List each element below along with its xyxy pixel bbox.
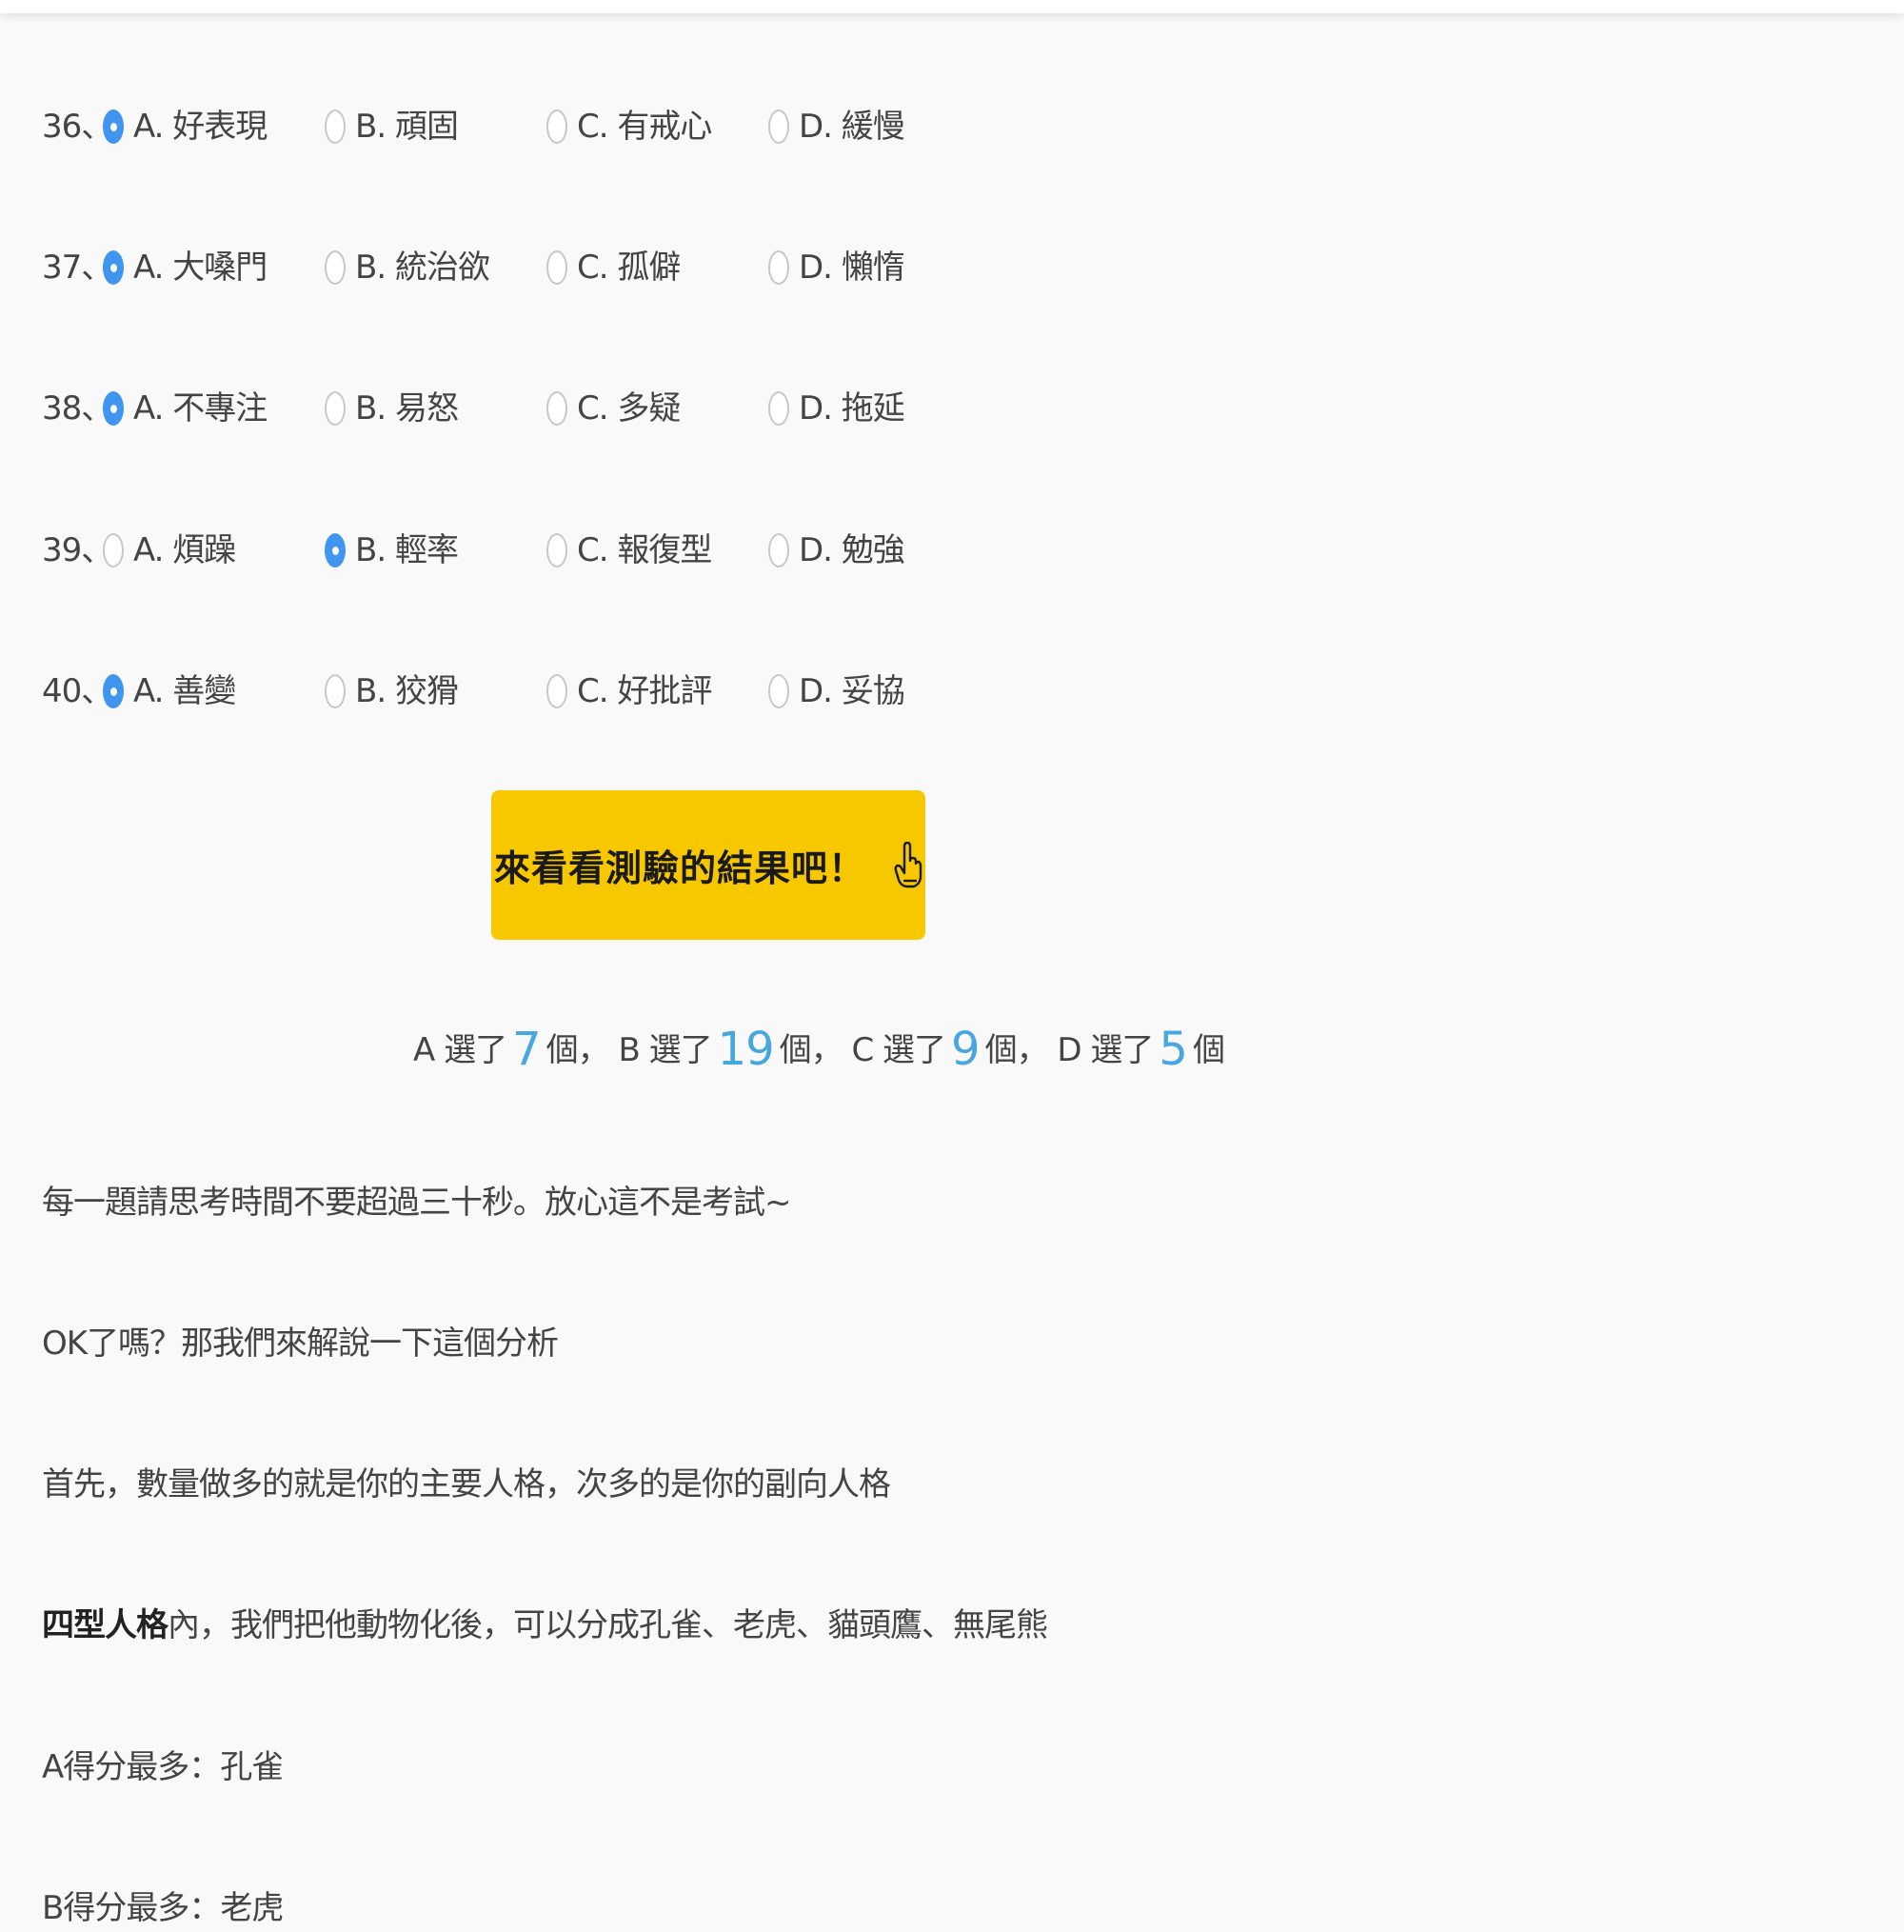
- tally-b-count: 19: [717, 1023, 775, 1076]
- question-row-38: 38、 A. 不專注 B. 易怒 C. 多疑 D. 拖延: [0, 377, 1047, 434]
- option-label: B. 易怒: [355, 389, 459, 428]
- question-row-37: 37、 A. 大嗓門 B. 統治欲 C. 孤僻 D. 懶惰: [0, 236, 1047, 293]
- tally-c-suffix: 個，: [984, 1031, 1049, 1069]
- option-label: C. 報復型: [577, 531, 712, 569]
- option-c[interactable]: C. 有戒心: [546, 103, 712, 150]
- option-d[interactable]: D. 妥協: [768, 667, 905, 715]
- article-paragraph-6: B得分最多：老虎: [42, 1889, 284, 1927]
- article-paragraph-2: OK了嗎？那我們來解說一下這個分析: [42, 1325, 559, 1363]
- option-label: A. 不專注: [133, 389, 268, 428]
- option-label: C. 有戒心: [577, 108, 712, 146]
- article-bold-term: 四型人格: [42, 1606, 169, 1644]
- tally-d-prefix: D 選了: [1057, 1031, 1154, 1069]
- tally-c-prefix: C 選了: [851, 1031, 946, 1069]
- option-label: B. 頑固: [355, 108, 459, 146]
- option-label: B. 統治欲: [355, 249, 490, 287]
- radio-button[interactable]: [325, 250, 346, 285]
- option-a[interactable]: A. 好表現: [103, 103, 268, 150]
- option-c[interactable]: C. 好批評: [546, 667, 712, 715]
- option-label: D. 勉強: [799, 531, 905, 569]
- option-label: A. 煩躁: [133, 531, 236, 569]
- radio-button[interactable]: [546, 391, 567, 426]
- radio-button[interactable]: [325, 674, 346, 708]
- radio-button[interactable]: [768, 674, 789, 708]
- radio-button-checked[interactable]: [103, 250, 124, 285]
- option-a[interactable]: A. 大嗓門: [103, 244, 268, 291]
- pointing-hand-icon: [894, 841, 922, 889]
- question-row-39: 39、 A. 煩躁 B. 輕率 C. 報復型 D. 勉強: [0, 519, 1047, 576]
- option-b[interactable]: B. 輕率: [325, 527, 459, 574]
- radio-button-checked[interactable]: [103, 391, 124, 426]
- article-paragraph-3: 首先，數量做多的就是你的主要人格，次多的是你的副向人格: [42, 1465, 891, 1504]
- radio-button[interactable]: [325, 391, 346, 426]
- tally-a-count: 7: [512, 1023, 542, 1076]
- tally-c-count: 9: [951, 1023, 981, 1076]
- tally-a-prefix: A 選了: [413, 1031, 507, 1069]
- option-label: B. 輕率: [355, 531, 459, 569]
- option-c[interactable]: C. 孤僻: [546, 244, 681, 291]
- option-c[interactable]: C. 多疑: [546, 385, 681, 432]
- radio-button[interactable]: [546, 250, 567, 285]
- option-a[interactable]: A. 不專注: [103, 385, 268, 432]
- option-d[interactable]: D. 勉強: [768, 527, 905, 574]
- radio-button[interactable]: [768, 391, 789, 426]
- option-label: D. 緩慢: [799, 108, 905, 146]
- option-label: C. 多疑: [577, 389, 681, 428]
- option-label: A. 大嗓門: [133, 249, 268, 287]
- see-result-button-label: 來看看測驗的結果吧！: [494, 849, 866, 889]
- radio-button[interactable]: [768, 250, 789, 285]
- question-row-40: 40、 A. 善變 B. 狡猾 C. 好批評 D. 妥協: [0, 660, 1047, 717]
- option-label: C. 好批評: [577, 672, 712, 710]
- tally-b-suffix: 個，: [779, 1031, 843, 1069]
- option-label: D. 拖延: [799, 389, 905, 428]
- radio-button[interactable]: [546, 674, 567, 708]
- radio-button[interactable]: [768, 110, 789, 144]
- option-b[interactable]: B. 狡猾: [325, 667, 459, 715]
- radio-button-checked[interactable]: [103, 674, 124, 708]
- radio-button-checked[interactable]: [325, 533, 346, 568]
- article-paragraph-4-text: 內，我們把他動物化後，可以分成孔雀、老虎、貓頭鷹、無尾熊: [168, 1606, 1048, 1644]
- tally-b-prefix: B 選了: [618, 1031, 712, 1069]
- option-b[interactable]: B. 統治欲: [325, 244, 490, 291]
- tally-a-suffix: 個，: [545, 1031, 610, 1069]
- question-row-36: 36、 A. 好表現 B. 頑固 C. 有戒心 D. 緩慢: [0, 95, 1047, 152]
- article-paragraph-5: A得分最多：孔雀: [42, 1748, 284, 1786]
- see-result-button[interactable]: 來看看測驗的結果吧！: [491, 790, 925, 940]
- radio-button[interactable]: [546, 533, 567, 568]
- radio-button-checked[interactable]: [103, 110, 124, 144]
- option-d[interactable]: D. 懶惰: [768, 244, 905, 291]
- radio-button[interactable]: [768, 533, 789, 568]
- option-c[interactable]: C. 報復型: [546, 527, 712, 574]
- option-label: A. 好表現: [133, 108, 268, 146]
- article-paragraph-1: 每一題請思考時間不要超過三十秒。放心這不是考試~: [42, 1184, 791, 1222]
- article-paragraph-4: 四型人格內，我們把他動物化後，可以分成孔雀、老虎、貓頭鷹、無尾熊: [42, 1602, 1048, 1649]
- option-label: D. 懶惰: [799, 249, 905, 287]
- option-a[interactable]: A. 善變: [103, 667, 236, 715]
- option-b[interactable]: B. 易怒: [325, 385, 459, 432]
- option-a[interactable]: A. 煩躁: [103, 527, 236, 574]
- option-b[interactable]: B. 頑固: [325, 103, 459, 150]
- option-label: C. 孤僻: [577, 249, 681, 287]
- option-d[interactable]: D. 拖延: [768, 385, 905, 432]
- tally-d-count: 5: [1159, 1023, 1188, 1076]
- option-label: D. 妥協: [799, 672, 905, 710]
- option-d[interactable]: D. 緩慢: [768, 103, 905, 150]
- answer-tally: A 選了 7 個， B 選了 19 個， C 選了 9 個， D 選了 5 個: [413, 1023, 1225, 1077]
- tally-d-suffix: 個: [1192, 1031, 1225, 1069]
- option-label: B. 狡猾: [355, 672, 459, 710]
- radio-button[interactable]: [325, 110, 346, 144]
- top-header-bar: [0, 0, 1904, 13]
- radio-button[interactable]: [103, 533, 124, 568]
- option-label: A. 善變: [133, 672, 236, 710]
- radio-button[interactable]: [546, 110, 567, 144]
